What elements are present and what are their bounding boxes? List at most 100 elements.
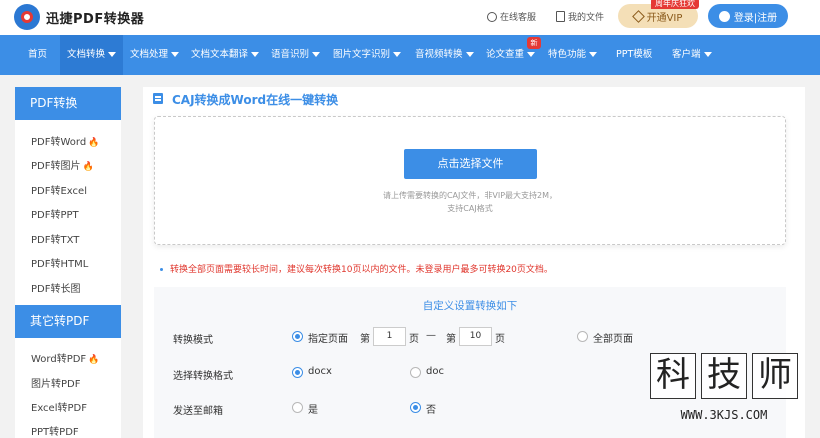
- upload-dropzone[interactable]: [154, 116, 786, 245]
- format-docx-label: docx: [308, 366, 332, 377]
- chevron-down-icon: [108, 52, 117, 57]
- top-header: 迅捷PDF转换器 在线客服 我的文件 开通VIP 周年庆狂欢 登录|注册: [0, 0, 820, 35]
- sidebar-item-word-to-pdf[interactable]: Word转PDF 🔥: [31, 350, 99, 365]
- email-yes-label: 是: [308, 405, 318, 416]
- bullet-icon: [160, 268, 163, 271]
- sidebar-item-label: PDF转PPT: [31, 210, 79, 221]
- format-doc-radio[interactable]: [410, 367, 421, 378]
- chevron-down-icon: [589, 52, 598, 57]
- watermark-url: WWW.3KJS.COM: [680, 408, 768, 422]
- nav-label: 首页: [28, 49, 48, 60]
- nav-label: 客户端: [672, 49, 701, 60]
- sidebar-item-label: Excel转PDF: [31, 403, 87, 414]
- nav-label: 文档转换: [67, 49, 106, 60]
- sidebar-item-label: 图片转PDF: [31, 379, 81, 390]
- new-badge: 新: [527, 37, 541, 49]
- chevron-down-icon: [251, 52, 260, 57]
- page-from-unit: 页: [409, 334, 419, 345]
- logo-icon[interactable]: [14, 4, 40, 30]
- sidebar-item-pdf-to-word[interactable]: PDF转Word 🔥: [31, 133, 99, 148]
- sidebar-item-label: PPT转PDF: [31, 427, 79, 438]
- nav-label: 文档处理: [130, 49, 169, 60]
- nav-client[interactable]: 客户端: [670, 35, 714, 75]
- sidebar-item-image-to-pdf[interactable]: 图片转PDF: [31, 375, 80, 390]
- format-doc-label: doc: [426, 366, 444, 377]
- nav-av-convert[interactable]: 音视频转换: [413, 35, 476, 75]
- chevron-down-icon: [527, 52, 536, 57]
- nav-doc-process[interactable]: 文档处理: [128, 35, 181, 75]
- sidebar-item-pdf-to-excel[interactable]: PDF转Excel: [31, 182, 87, 197]
- format-docx-radio[interactable]: [292, 367, 303, 378]
- email-no-radio[interactable]: [410, 402, 421, 413]
- sidebar-section-pdf-convert: PDF转换: [15, 87, 121, 120]
- sidebar-item-label: PDF转TXT: [31, 235, 80, 246]
- sidebar-item-pdf-to-txt[interactable]: PDF转TXT: [31, 231, 79, 246]
- sidebar-item-label: PDF转图片: [31, 161, 81, 172]
- my-files-label: 我的文件: [568, 13, 605, 23]
- sidebar-item-ppt-to-pdf[interactable]: PPT转PDF: [31, 423, 79, 438]
- watermark-char: 科: [650, 353, 696, 399]
- fire-icon: 🔥: [88, 138, 100, 148]
- email-no-label: 否: [426, 405, 436, 416]
- diamond-icon: [631, 9, 645, 23]
- upload-hint-line1: 请上传需要转换的CAJ文件，非VIP最大支持2M，: [382, 191, 558, 200]
- email-yes-radio[interactable]: [292, 402, 303, 413]
- sidebar-item-label: PDF转Excel: [31, 186, 87, 197]
- login-label: 登录|注册: [733, 12, 778, 24]
- sidebar-item-pdf-to-html[interactable]: PDF转HTML: [31, 255, 88, 270]
- page-from-prefix: 第: [360, 334, 370, 345]
- sidebar-item-excel-to-pdf[interactable]: Excel转PDF: [31, 399, 87, 414]
- login-register-button[interactable]: 登录|注册: [708, 4, 788, 28]
- nav-label: 图片文字识别: [333, 49, 391, 60]
- nav-image-ocr[interactable]: 图片文字识别: [331, 35, 403, 75]
- nav-label: 语音识别: [271, 49, 310, 60]
- mode-specific-label: 指定页面: [308, 334, 348, 345]
- page-title: CAJ转换成Word在线一键转换: [172, 93, 339, 107]
- anniversary-badge: 周年庆狂欢: [651, 0, 699, 9]
- online-service-link[interactable]: 在线客服: [487, 10, 536, 23]
- sidebar-item-label: Word转PDF: [31, 354, 87, 365]
- nav-label: PPT模板: [616, 49, 653, 60]
- conversion-notice: 转换全部页面需要较长时间，建议每次转换10页以内的文件。未登录用户最多可转换20…: [160, 262, 553, 275]
- nav-ppt-templates[interactable]: PPT模板: [614, 35, 654, 75]
- nav-label: 特色功能: [548, 49, 587, 60]
- page-from-input[interactable]: 1: [373, 327, 406, 346]
- sidebar-item-pdf-to-image[interactable]: PDF转图片 🔥: [31, 157, 94, 172]
- mode-specific-radio[interactable]: [292, 331, 303, 342]
- nav-speech-recognition[interactable]: 语音识别: [269, 35, 322, 75]
- vip-label: 开通VIP: [646, 12, 683, 24]
- sidebar-item-pdf-to-ppt[interactable]: PDF转PPT: [31, 206, 79, 221]
- upload-hint-line2: 支持CAJ格式: [447, 204, 493, 213]
- page-range-dash: —: [426, 330, 436, 341]
- watermark-char: 师: [752, 353, 798, 399]
- headset-icon: [487, 11, 497, 22]
- chevron-down-icon: [171, 52, 180, 57]
- sidebar-item-label: PDF转Word: [31, 137, 87, 148]
- nav-special-features[interactable]: 特色功能: [546, 35, 599, 75]
- nav-home[interactable]: 首页: [26, 35, 49, 75]
- notice-text: 转换全部页面需要较长时间，建议每次转换10页以内的文件。未登录用户最多可转换20…: [170, 265, 553, 275]
- page-to-input[interactable]: 10: [459, 327, 492, 346]
- watermark-char: 技: [701, 353, 747, 399]
- fire-icon: 🔥: [82, 162, 94, 172]
- page-to-unit: 页: [495, 334, 505, 345]
- settings-title: 自定义设置转换如下: [422, 300, 518, 312]
- email-label: 发送至邮箱: [173, 406, 223, 417]
- main-nav: 首页 文档转换 文档处理 文档文本翻译 语音识别 图片文字识别 音视频转换 论文…: [0, 35, 820, 75]
- format-label: 选择转换格式: [173, 371, 233, 382]
- logo-text[interactable]: 迅捷PDF转换器: [46, 8, 144, 27]
- nav-label: 音视频转换: [415, 49, 463, 60]
- sidebar-item-pdf-to-long-image[interactable]: PDF转长图: [31, 280, 80, 295]
- nav-label: 论文查重: [486, 49, 525, 60]
- my-files-link[interactable]: 我的文件: [556, 10, 604, 23]
- mode-all-label: 全部页面: [593, 334, 633, 345]
- sidebar-item-label: PDF转长图: [31, 284, 81, 295]
- select-file-button[interactable]: 点击选择文件: [404, 149, 537, 179]
- sidebar-item-label: PDF转HTML: [31, 259, 89, 270]
- chevron-down-icon: [393, 52, 402, 57]
- user-icon: [718, 10, 730, 22]
- nav-doc-translate[interactable]: 文档文本翻译: [189, 35, 261, 75]
- mode-all-radio[interactable]: [577, 331, 588, 342]
- online-service-label: 在线客服: [500, 13, 537, 23]
- nav-doc-convert[interactable]: 文档转换: [60, 35, 123, 75]
